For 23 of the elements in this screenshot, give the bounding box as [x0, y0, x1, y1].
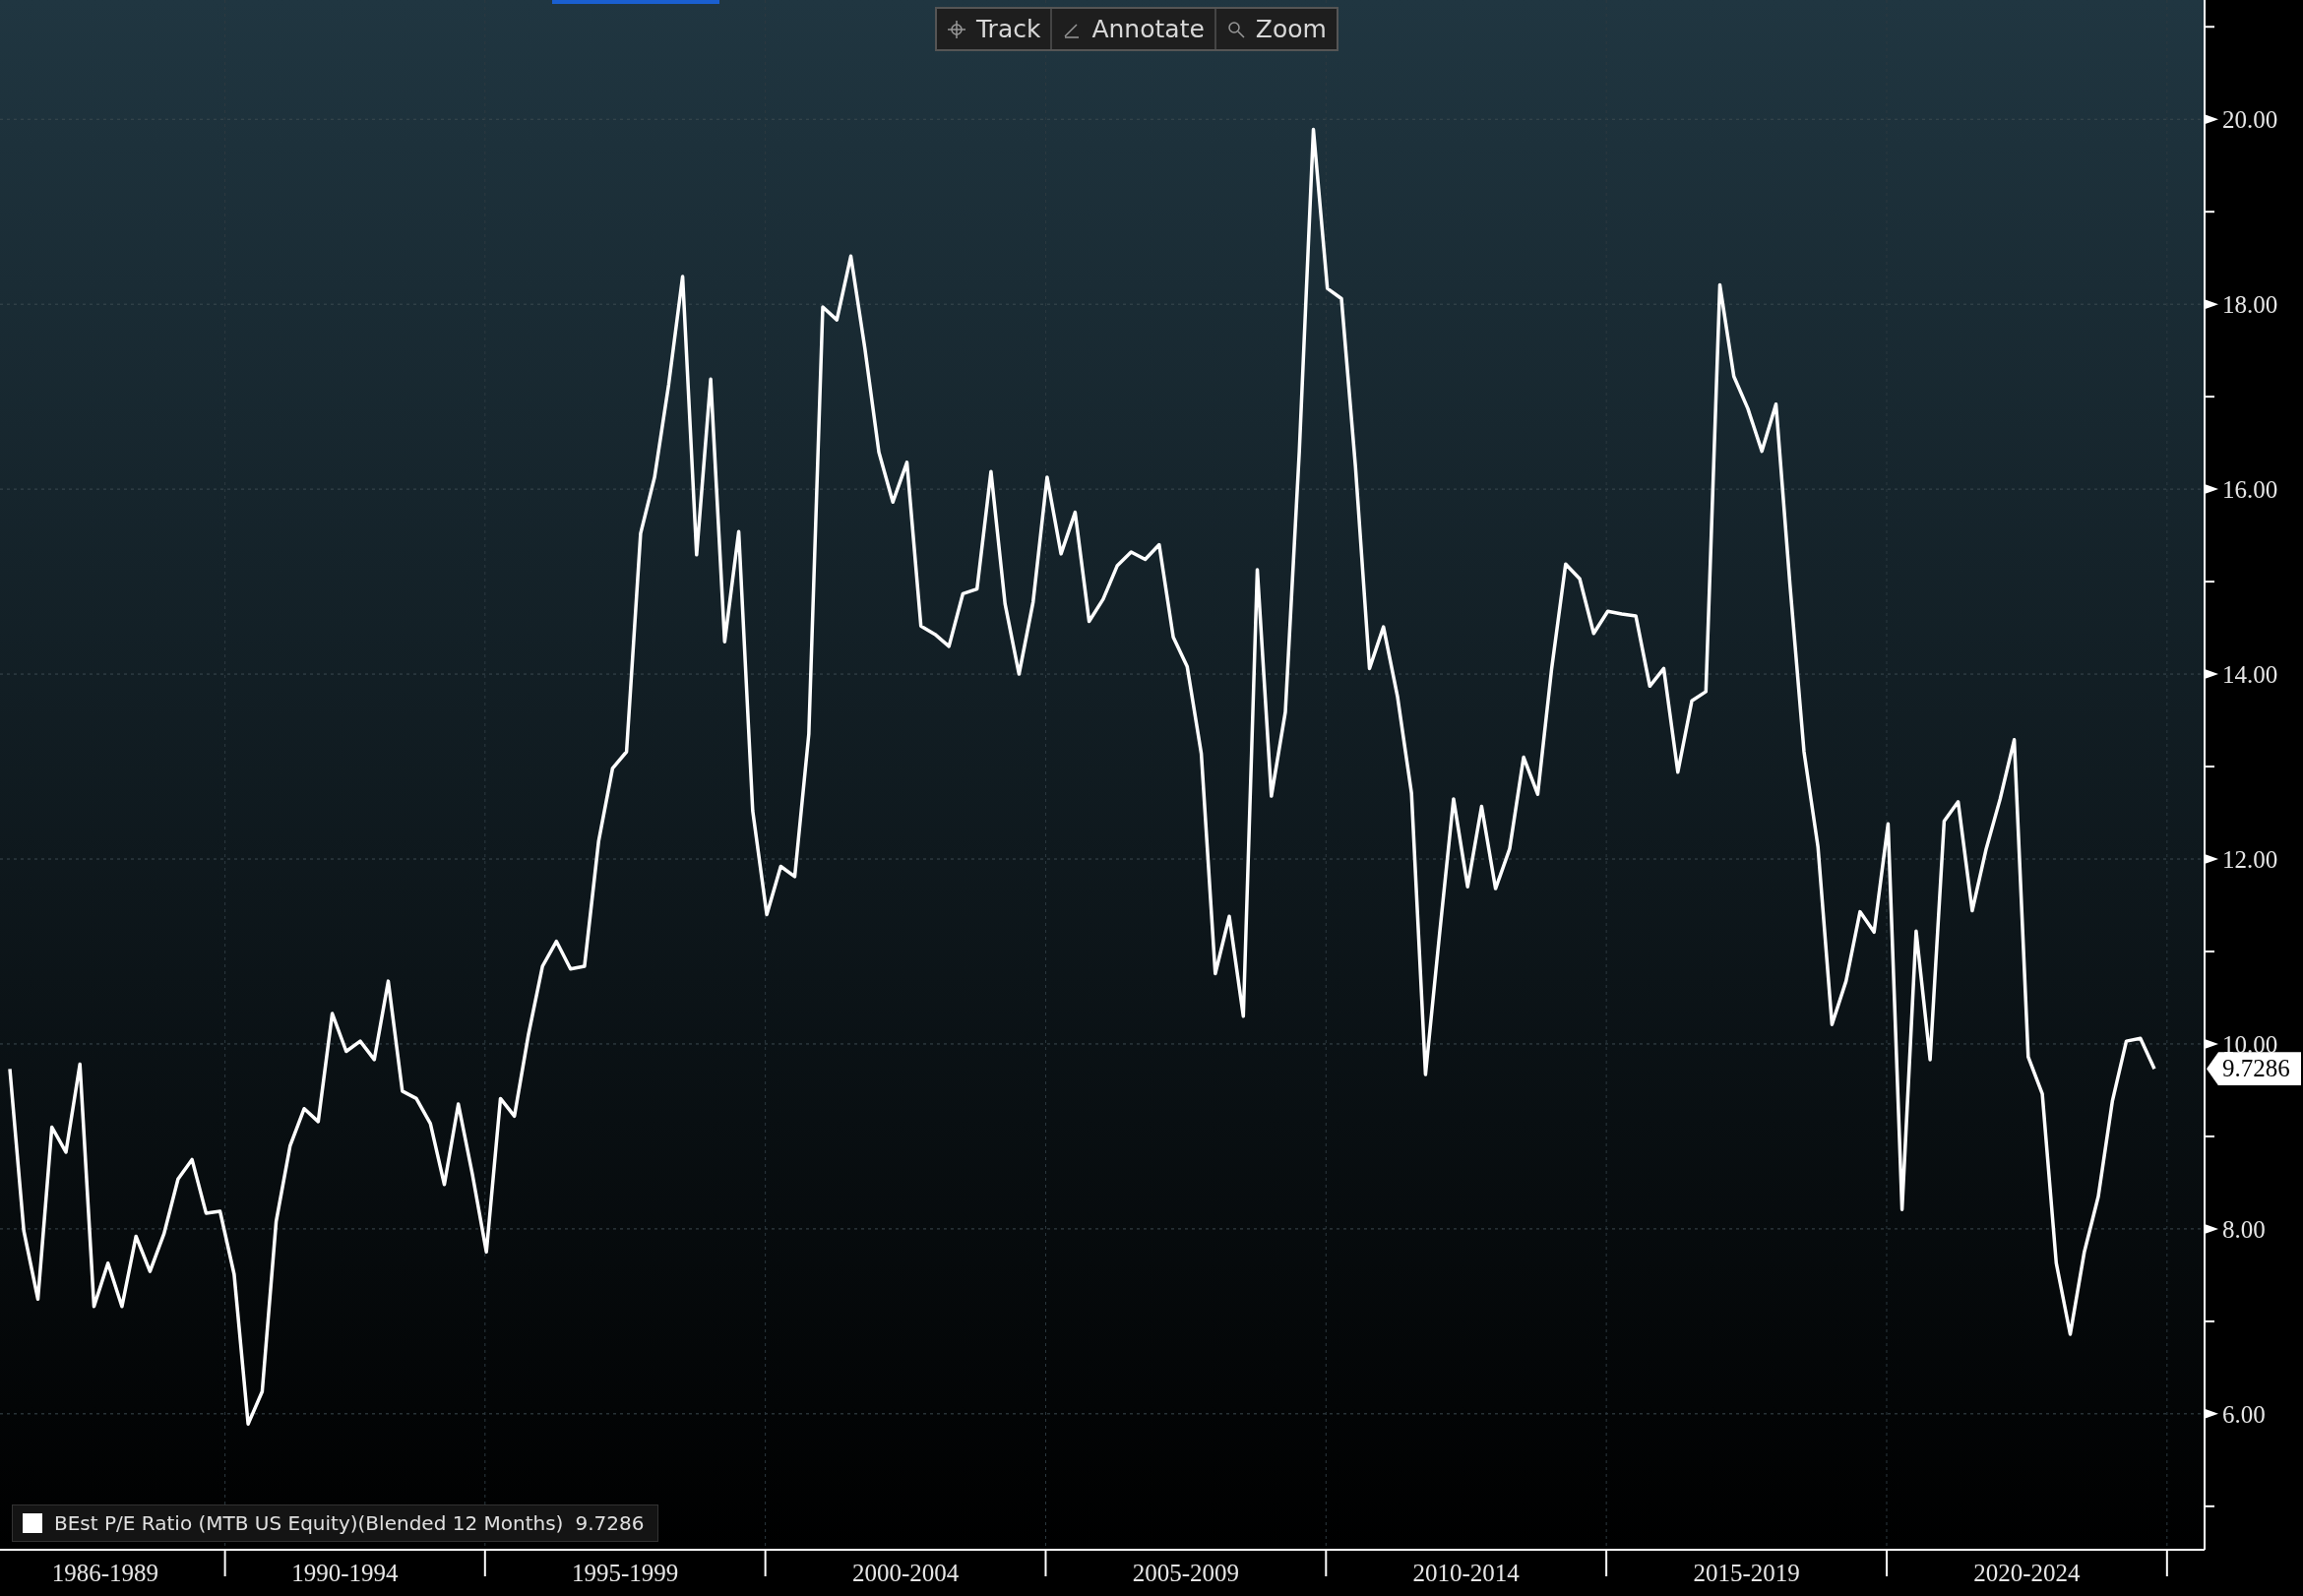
x-axis-label: 1986-1989: [51, 1560, 158, 1586]
x-axis-label: 2000-2004: [851, 1560, 960, 1586]
y-axis-label: 6.00: [2222, 1400, 2266, 1428]
x-axis-label: 2010-2014: [1412, 1560, 1520, 1586]
x-axis-label: 2020-2024: [1973, 1560, 2081, 1586]
legend-value: 9.7286: [575, 1511, 645, 1535]
y-axis-label: 14.00: [2222, 661, 2278, 689]
x-axis-label: 1995-1999: [572, 1560, 679, 1586]
x-axis-label: 1990-1994: [291, 1560, 399, 1586]
last-value-label: 9.7286: [2207, 1052, 2301, 1086]
toolbar-button[interactable]: Zoom: [1215, 9, 1337, 49]
search-icon: [1225, 19, 1246, 39]
x-axis-label: 2005-2009: [1132, 1560, 1240, 1586]
y-axis-label: 20.00: [2222, 106, 2278, 134]
toolbar-button[interactable]: Track: [937, 9, 1053, 49]
y-axis-label: 16.00: [2222, 476, 2278, 504]
y-axis-label: 8.00: [2222, 1215, 2266, 1243]
y-axis-label: 12.00: [2222, 846, 2278, 873]
crosshair-icon: [947, 19, 966, 39]
y-axis-label: 18.00: [2222, 291, 2278, 319]
toolbar-button[interactable]: Annotate: [1052, 9, 1216, 49]
x-axis-label: 2015-2019: [1693, 1560, 1800, 1586]
legend-label: BEst P/E Ratio (MTB US Equity)(Blended 12 Months): [54, 1511, 564, 1535]
